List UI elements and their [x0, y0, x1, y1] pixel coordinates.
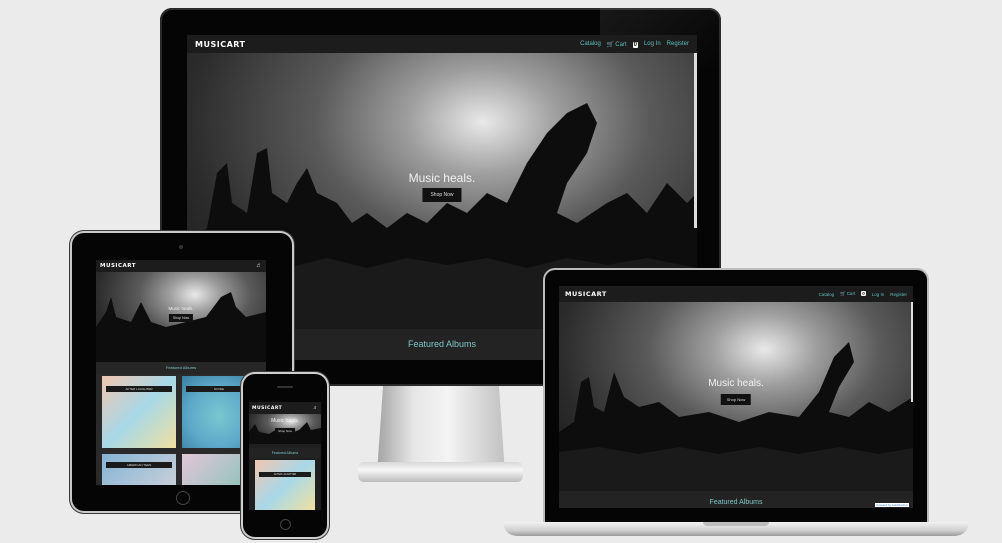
- tablet-navbar: MUSICART ♬: [96, 260, 266, 272]
- phone-speaker: [277, 386, 293, 388]
- nav-cart-link[interactable]: 🛒Cart 0: [607, 41, 638, 48]
- hero-title: Music heals.: [271, 418, 299, 424]
- hero-title: Music heals.: [708, 378, 764, 389]
- nav-catalog-link[interactable]: Catalog: [819, 292, 835, 297]
- laptop-navbar: MUSICART Catalog 🛒Cart 0 Log In Register: [559, 286, 913, 302]
- featured-albums-heading: Featured Albums: [249, 448, 321, 458]
- brand-logo[interactable]: MUSICART: [100, 263, 136, 269]
- nav-register-link[interactable]: Register: [890, 292, 907, 297]
- desktop-scrollbar[interactable]: [694, 53, 697, 228]
- laptop-notch: [703, 522, 769, 526]
- phone-hero: Music heals. Shop Now: [249, 414, 321, 444]
- cart-icon: 🛒: [606, 41, 615, 48]
- phone-device: MUSICART ♬ Music heals. Shop Now Feature…: [243, 374, 327, 537]
- tablet-camera: [179, 245, 183, 249]
- shop-now-button[interactable]: Shop Now: [168, 314, 194, 322]
- album-card[interactable]: AFTER LAUGHTER: [102, 376, 176, 448]
- hero-title: Music heals.: [168, 306, 194, 311]
- desktop-navbar: MUSICART Catalog 🛒Cart 0 Log In Register: [187, 35, 697, 53]
- shop-now-button[interactable]: Shop Now: [275, 428, 295, 434]
- cart-count-badge: 0: [861, 291, 866, 296]
- laptop-screen: MUSICART Catalog 🛒Cart 0 Log In Register …: [559, 286, 913, 508]
- menu-toggle-icon[interactable]: ♬: [313, 405, 318, 411]
- tablet-hero: Music heals. Shop Now: [96, 272, 266, 362]
- brand-logo[interactable]: MUSICART: [565, 290, 607, 298]
- album-title: AMERICAN TEEN: [106, 462, 172, 468]
- brand-logo[interactable]: MUSICART: [195, 40, 246, 49]
- nav-cart-link[interactable]: 🛒Cart 0: [840, 291, 866, 297]
- shop-now-button[interactable]: Shop Now: [422, 188, 462, 202]
- nav-register-link[interactable]: Register: [667, 41, 689, 47]
- featured-albums-heading: Featured Albums: [96, 362, 266, 374]
- nav-catalog-link[interactable]: Catalog: [580, 41, 601, 47]
- phone-screen: MUSICART ♬ Music heals. Shop Now Feature…: [249, 402, 321, 510]
- album-title: AFTER LAUGHTER: [106, 386, 172, 392]
- album-card[interactable]: AFTER LAUGHTER: [255, 460, 315, 510]
- laptop-base: [503, 522, 969, 536]
- monitor-stand: [377, 386, 505, 466]
- cart-count-badge: 0: [632, 41, 638, 48]
- tablet-screen: MUSICART ♬ Music heals. Shop Now Feature…: [96, 260, 266, 485]
- nav-login-link[interactable]: Log In: [644, 41, 661, 47]
- laptop-scrollbar[interactable]: [911, 302, 913, 402]
- hero-title: Music heals.: [408, 171, 476, 185]
- shop-now-button[interactable]: Shop Now: [720, 394, 752, 405]
- monitor-base: [358, 462, 523, 482]
- featured-albums-heading: Featured Albums: [559, 491, 913, 508]
- footer-credit[interactable]: Created by Ask/Mockup: [875, 503, 909, 507]
- tablet-home-button[interactable]: [176, 491, 190, 505]
- phone-navbar: MUSICART ♬: [249, 402, 321, 414]
- laptop-lid: MUSICART Catalog 🛒Cart 0 Log In Register …: [545, 270, 927, 524]
- menu-toggle-icon[interactable]: ♬: [256, 263, 262, 269]
- cart-icon: 🛒: [840, 291, 846, 296]
- phone-home-button[interactable]: [280, 519, 291, 530]
- album-card[interactable]: AMERICAN TEEN: [102, 454, 176, 485]
- laptop-hero: Music heals. Shop Now: [559, 302, 913, 491]
- album-title: AFTER LAUGHTER: [259, 472, 311, 477]
- album-grid: AFTER LAUGHTER DIVIDE AMERICAN TEEN: [96, 374, 266, 485]
- desktop-nav-links: Catalog 🛒Cart 0 Log In Register: [574, 41, 689, 48]
- nav-login-link[interactable]: Log In: [872, 292, 885, 297]
- brand-logo[interactable]: MUSICART: [252, 406, 282, 411]
- laptop-nav-links: Catalog 🛒Cart 0 Log In Register: [813, 291, 907, 297]
